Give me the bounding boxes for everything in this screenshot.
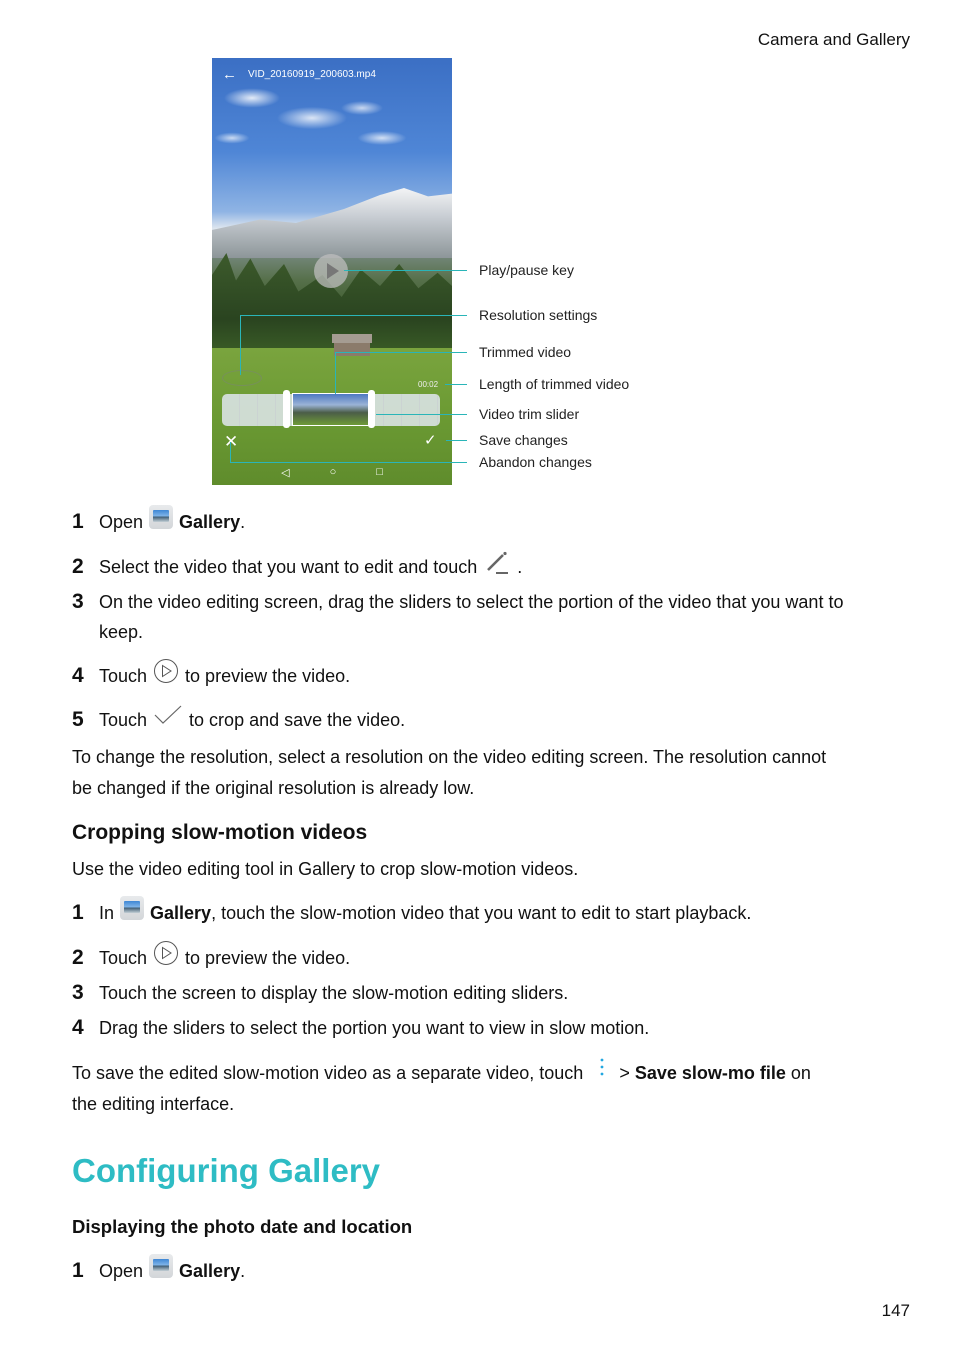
step-text: Drag the sliders to select the portion y… (99, 1018, 650, 1038)
play-circle-icon (154, 941, 179, 966)
play-circle-icon (154, 659, 179, 684)
step-number: 3 (72, 981, 84, 1004)
note-line-2: the editing interface. (72, 1094, 235, 1114)
gallery-label: Gallery (150, 903, 212, 923)
step-text: Touch (99, 710, 148, 730)
trimmed-length-readout: 00:02 (418, 380, 439, 389)
edit-step-3: 3 On the video editing screen, drag the … (72, 587, 899, 647)
step-number: 4 (72, 664, 84, 687)
play-pause-button[interactable] (314, 254, 348, 288)
callout-video-trim-slider: Video trim slider (479, 406, 580, 422)
callout-resolution-settings: Resolution settings (479, 307, 598, 323)
callout-line-save (446, 440, 467, 441)
slowmo-step-4: 4 Drag the sliders to select the portion… (72, 1013, 649, 1043)
nav-recents-icon[interactable]: □ (376, 466, 383, 479)
gallery-app-icon (120, 896, 145, 921)
edit-step-2: 2 Select the video that you want to edit… (72, 552, 522, 582)
gallery-label: Gallery (179, 512, 241, 532)
edit-step-5: 5 Touch to crop and save the video. (72, 705, 405, 735)
trimmed-video-segment (292, 393, 371, 426)
step-number: 5 (72, 708, 84, 731)
callout-trimmed-video: Trimmed video (479, 344, 572, 360)
step-text-end: , touch the slow-motion video that you w… (211, 903, 752, 923)
step-text-end: . (240, 1261, 246, 1281)
nav-back-icon[interactable]: ◁ (281, 466, 289, 479)
pencil-edit-icon (487, 552, 509, 575)
save-slowmo-file-label: Save slow-mo file (634, 1063, 786, 1083)
nav-home-icon[interactable]: ○ (330, 466, 337, 479)
back-arrow-icon[interactable]: ← (222, 67, 242, 82)
more-vertical-icon (600, 1058, 604, 1076)
step-number: 2 (72, 555, 84, 578)
step-text: In (99, 903, 115, 923)
note-line-2: be changed if the original resolution is… (72, 778, 475, 798)
callout-line-length (445, 384, 467, 385)
callout-line-abandon-h (230, 462, 467, 463)
callout-line-resolution-v (240, 315, 241, 375)
step-text: Select the video that you want to edit a… (99, 557, 478, 577)
edit-step-4: 4 Touch to preview the video. (72, 659, 351, 691)
step-number: 4 (72, 1016, 84, 1039)
callout-line-play (344, 270, 467, 271)
close-icon[interactable]: ✕ (224, 433, 238, 450)
callout-line-abandon-v (230, 442, 231, 462)
step-text: Touch (99, 666, 148, 686)
step-text: Touch (99, 948, 148, 968)
callout-line-slider (376, 414, 467, 415)
slowmo-step-2: 2 Touch to preview the video. (72, 941, 351, 973)
callout-line-trimmed-v (335, 352, 336, 394)
step-text: Open (99, 512, 144, 532)
running-header: Camera and Gallery (757, 30, 910, 49)
gallery-app-icon (149, 505, 174, 530)
video-editor-screenshot: ← VID_20160919_200603.mp4 00:02 ✕ ✓ ◁ ○ … (212, 58, 452, 485)
step-text-end: to preview the video. (185, 666, 351, 686)
step-number: 2 (72, 946, 84, 969)
step-text-continued: keep. (99, 622, 144, 642)
callout-save-changes: Save changes (479, 432, 568, 448)
step-text: Touch the screen to display the slow-mot… (99, 983, 569, 1003)
checkmark-icon[interactable]: ✓ (424, 433, 437, 448)
note-text: To save the edited slow-motion video as … (72, 1063, 584, 1083)
gallery-label: Gallery (179, 1261, 241, 1281)
resolution-settings-button[interactable] (222, 370, 262, 386)
slow-motion-intro: Use the video editing tool in Gallery to… (72, 859, 579, 879)
android-nav-bar: ◁ ○ □ (212, 466, 452, 479)
menu-separator: > (619, 1063, 630, 1083)
page-number: 147 (881, 1301, 910, 1320)
section-title-configuring-gallery: Configuring Gallery (72, 1152, 381, 1189)
edit-step-1: 1 Open Gallery. (72, 505, 246, 537)
trim-slider-end-handle[interactable] (368, 390, 375, 428)
slowmo-step-1: 1 In Gallery, touch the slow-motion video… (72, 896, 752, 928)
callout-line-resolution-h (240, 315, 467, 316)
hut-image (332, 334, 372, 356)
step-text-end: to preview the video. (185, 948, 351, 968)
step-number: 1 (72, 901, 84, 924)
callout-abandon-changes: Abandon changes (479, 454, 592, 470)
slow-motion-save-note: To save the edited slow-motion video as … (72, 1058, 902, 1120)
step-number: 1 (72, 510, 84, 533)
step-number: 1 (72, 1259, 84, 1282)
step-text: On the video editing screen, drag the sl… (99, 592, 844, 612)
callout-play-pause-key: Play/pause key (479, 262, 574, 278)
config-step-1: 1 Open Gallery. (72, 1254, 246, 1286)
callout-line-trimmed-h (335, 352, 467, 353)
subheading-photo-date-location: Displaying the photo date and location (72, 1216, 413, 1237)
step-text-end: to crop and save the video. (189, 710, 406, 730)
video-top-bar: ← VID_20160919_200603.mp4 (212, 64, 452, 84)
callout-length-trimmed-video: Length of trimmed video (479, 376, 630, 392)
video-filename: VID_20160919_200603.mp4 (248, 68, 376, 80)
gallery-app-icon (149, 1254, 174, 1279)
mountain-backdrop (212, 188, 452, 258)
slowmo-step-3: 3 Touch the screen to display the slow-m… (72, 978, 568, 1008)
step-text: Open (99, 1261, 144, 1281)
resolution-note: To change the resolution, select a resol… (72, 742, 902, 804)
note-text-end: on (790, 1063, 811, 1083)
checkmark-icon (154, 705, 182, 725)
section-heading-slow-motion: Cropping slow-motion videos (72, 821, 368, 844)
step-text-end: . (240, 512, 246, 532)
step-number: 3 (72, 590, 84, 613)
trim-slider-start-handle[interactable] (283, 390, 290, 428)
note-line-1: To change the resolution, select a resol… (72, 747, 827, 767)
step-text-end: . (517, 557, 523, 577)
